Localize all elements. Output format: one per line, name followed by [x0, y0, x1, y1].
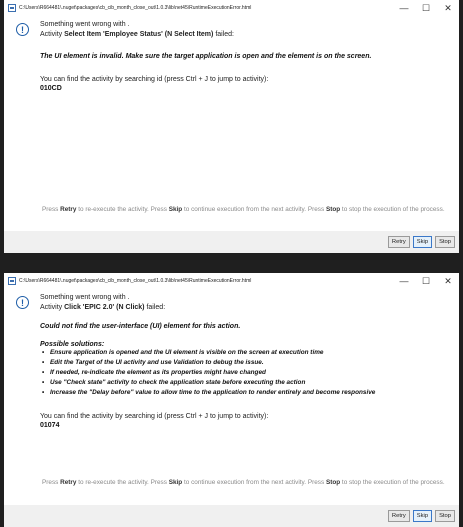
activity-prefix: Activity	[40, 31, 65, 38]
activity-id: 01074	[40, 422, 60, 429]
failed-suffix: failed:	[146, 304, 166, 311]
search-hint: You can find the activity by searching i…	[40, 76, 269, 83]
retry-button[interactable]: Retry	[387, 236, 410, 248]
activity-type: (N Click)	[116, 304, 145, 311]
info-icon: !	[16, 23, 29, 36]
footer-skip: Skip	[168, 206, 183, 213]
activity-name: Select Item 'Employee Status'	[64, 31, 163, 38]
message-text: Something went wrong with . Activity Sel…	[40, 20, 234, 40]
error-dialog-1: C:\Users\R664481\.nuget\packages\cb_cib_…	[4, 0, 459, 253]
window-title: C:\Users\R664481\.nuget\packages\cb_cib_…	[19, 278, 252, 284]
footer-part: to continue execution from the next acti…	[182, 479, 326, 486]
footer-retry: Retry	[60, 206, 77, 213]
button-bar: Retry Skip Stop	[4, 505, 459, 527]
footer-part: to stop the execution of the process.	[340, 479, 445, 486]
list-item: If needed, re-indicate the element as it…	[42, 368, 459, 378]
close-icon[interactable]: ✕	[437, 273, 459, 289]
footer-stop: Stop	[325, 479, 341, 486]
footer-part: Press	[42, 206, 61, 213]
list-item: Use "Check state" activity to check the …	[42, 378, 459, 388]
button-group: Retry Skip Stop	[387, 236, 455, 248]
footer-instructions: Press Retry to re-execute the activity. …	[42, 205, 456, 215]
minimize-icon[interactable]: —	[393, 273, 415, 289]
footer-retry: Retry	[60, 479, 77, 486]
footer-part: to re-execute the activity. Press	[76, 206, 169, 213]
stop-button[interactable]: Stop	[435, 236, 455, 248]
maximize-icon[interactable]: ☐	[415, 0, 437, 16]
footer-stop: Stop	[325, 206, 341, 213]
footer-instructions: Press Retry to re-execute the activity. …	[42, 478, 456, 488]
activity-id: 010CD	[40, 85, 62, 92]
activity-prefix: Activity	[40, 304, 65, 311]
minimize-icon[interactable]: —	[393, 0, 415, 16]
footer-part: to continue execution from the next acti…	[182, 206, 326, 213]
dialog-content: ! Something went wrong with . Activity C…	[4, 293, 459, 429]
solutions-title: Possible solutions:	[40, 341, 105, 348]
stop-button[interactable]: Stop	[435, 510, 455, 522]
search-hint: You can find the activity by searching i…	[40, 413, 269, 420]
error-message: The UI element is invalid. Make sure the…	[40, 53, 372, 60]
message-line: Something went wrong with .	[40, 294, 130, 301]
activity-name: Click 'EPIC 2.0'	[64, 304, 115, 311]
app-icon	[8, 277, 16, 285]
message-header: ! Something went wrong with . Activity C…	[16, 293, 459, 313]
list-item: Edit the Target of the UI activity and u…	[42, 358, 459, 368]
window-controls: — ☐ ✕	[393, 273, 459, 289]
error-dialog-2: C:\Users\R664481\.nuget\packages\cb_cib_…	[4, 273, 459, 527]
solutions-list: Ensure application is opened and the UI …	[4, 348, 459, 398]
window-controls: — ☐ ✕	[393, 0, 459, 16]
list-item: Increase the "Delay before" value to all…	[42, 388, 459, 398]
title-bar[interactable]: C:\Users\R664481\.nuget\packages\cb_cib_…	[4, 273, 459, 289]
maximize-icon[interactable]: ☐	[415, 273, 437, 289]
footer-skip: Skip	[168, 479, 183, 486]
failed-suffix: failed:	[215, 31, 234, 38]
close-icon[interactable]: ✕	[437, 0, 459, 16]
retry-button[interactable]: Retry	[387, 510, 410, 522]
button-bar: Retry Skip Stop	[4, 231, 459, 253]
activity-type: (N Select Item)	[164, 31, 214, 38]
info-icon: !	[16, 296, 29, 309]
list-item: Ensure application is opened and the UI …	[42, 348, 459, 358]
activity-line: Activity Click 'EPIC 2.0' (N Click) fail…	[40, 303, 165, 313]
skip-button[interactable]: Skip	[412, 510, 433, 522]
footer-part: to stop the execution of the process.	[340, 206, 445, 213]
button-group: Retry Skip Stop	[387, 510, 455, 522]
message-line: Something went wrong with .	[40, 21, 130, 28]
footer-part: to re-execute the activity. Press	[76, 479, 169, 486]
error-message: Could not find the user-interface (UI) e…	[40, 323, 241, 330]
skip-button[interactable]: Skip	[412, 236, 433, 248]
window-title: C:\Users\R664481\.nuget\packages\cb_cib_…	[19, 5, 252, 11]
activity-line: Activity Select Item 'Employee Status' (…	[40, 30, 234, 40]
message-header: ! Something went wrong with . Activity S…	[16, 20, 459, 40]
dialog-content: ! Something went wrong with . Activity S…	[4, 20, 459, 92]
app-icon	[8, 4, 16, 12]
title-bar[interactable]: C:\Users\R664481\.nuget\packages\cb_cib_…	[4, 0, 459, 16]
footer-part: Press	[42, 479, 61, 486]
message-text: Something went wrong with . Activity Cli…	[40, 293, 165, 313]
